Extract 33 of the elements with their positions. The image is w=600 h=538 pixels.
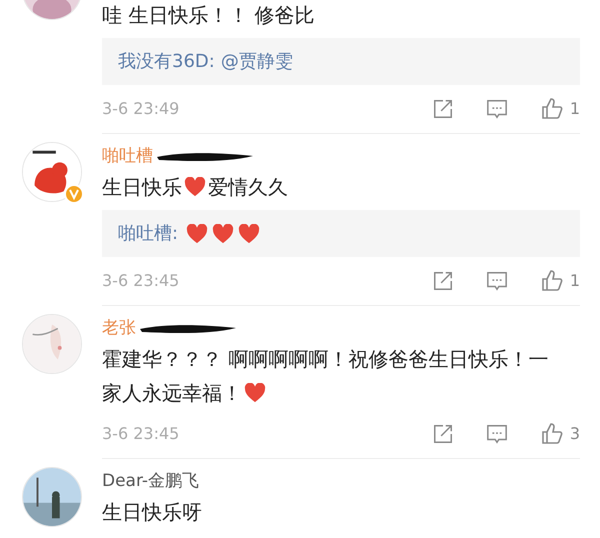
comment-time: 3-6 23:45 <box>102 270 180 292</box>
verified-badge-icon <box>64 184 84 204</box>
comment-text: 哇 生日快乐！！ 修爸比 <box>102 2 315 29</box>
comment-time: 3-6 23:49 <box>102 98 180 120</box>
comment-text: 生日快乐 <box>102 174 182 201</box>
comment-time: 3-6 23:45 <box>102 423 180 445</box>
share-icon[interactable] <box>432 423 454 445</box>
user-name[interactable]: Dear-金鹏飞 <box>102 469 200 495</box>
thumbs-up-icon <box>540 97 564 121</box>
heart-icon <box>184 177 206 197</box>
like-button[interactable]: 1 <box>540 269 580 293</box>
comment-text: 生日快乐呀 <box>102 499 202 526</box>
comment-text: 家人永远幸福！ <box>102 380 242 407</box>
comment-icon[interactable] <box>486 98 508 120</box>
share-icon[interactable] <box>432 98 454 120</box>
user-name[interactable]: 老张 <box>102 316 136 342</box>
user-name[interactable]: 啪吐槽 <box>102 144 153 170</box>
reply-author[interactable]: 啪吐槽: <box>118 220 178 247</box>
heart-icon <box>212 224 234 244</box>
heart-icon <box>186 224 208 244</box>
reply-text: @贾静雯 <box>220 50 293 74</box>
comment-icon[interactable] <box>486 423 508 445</box>
comment-text: 爱情久久 <box>208 174 288 201</box>
comment-text: 霍建华？？？ 啊啊啊啊啊！祝修爸爸生日快乐！一 <box>102 346 548 373</box>
heart-icon <box>238 224 260 244</box>
thumbs-up-icon <box>540 269 564 293</box>
heart-icon <box>244 383 266 403</box>
like-button[interactable]: 3 <box>540 422 580 446</box>
comment-icon[interactable] <box>486 270 508 292</box>
like-button[interactable]: 1 <box>540 97 580 121</box>
thumbs-up-icon <box>540 422 564 446</box>
share-icon[interactable] <box>432 270 454 292</box>
reply-author[interactable]: 我没有36D: <box>118 48 215 75</box>
